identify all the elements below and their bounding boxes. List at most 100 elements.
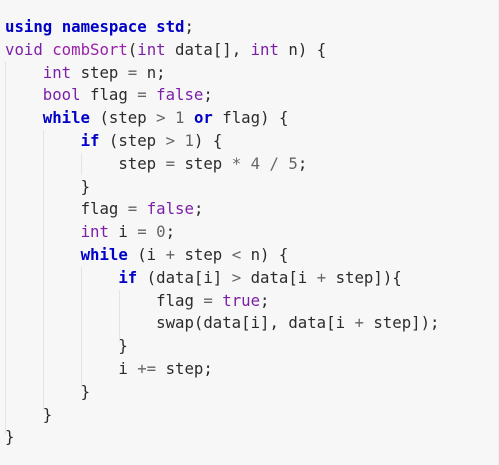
- code-token: false: [146, 199, 194, 219]
- code-token: ;: [193, 199, 204, 219]
- code-line: step = step * 4 / 5;: [5, 153, 439, 176]
- code-line: bool flag = false;: [5, 84, 439, 107]
- code-token: if: [118, 267, 138, 287]
- code-token: =: [165, 153, 176, 173]
- code-token: =: [203, 290, 213, 310]
- code-line: using namespace std;: [5, 16, 439, 39]
- code-token: 1: [184, 130, 194, 150]
- code-token: n) {: [241, 244, 289, 264]
- code-token: step]);: [363, 313, 440, 333]
- code-token: +: [354, 313, 364, 333]
- code-token: (data[i]: [137, 267, 232, 287]
- code-token: flag) {: [212, 108, 289, 128]
- code-token: flag: [156, 290, 204, 310]
- code-token: /: [269, 153, 279, 173]
- code-token: step]){: [326, 267, 402, 287]
- code-block[interactable]: using namespace std; void combSort(int da…: [5, 16, 439, 449]
- code-line: int step = n;: [5, 62, 439, 85]
- code-panel: using namespace std; void combSort(int da…: [0, 0, 499, 465]
- code-line: }: [5, 404, 439, 427]
- code-token: }: [5, 427, 15, 447]
- code-token: step: [118, 153, 166, 173]
- code-token: ;: [184, 17, 194, 36]
- code-line: flag = false;: [5, 198, 439, 221]
- code-token: if: [80, 130, 100, 150]
- code-token: }: [80, 381, 91, 401]
- code-token: (step: [90, 108, 157, 128]
- code-line: }: [5, 426, 439, 449]
- code-line: flag = true;: [5, 290, 439, 313]
- code-token: or: [193, 108, 213, 128]
- code-line: if (step > 1) {: [5, 130, 439, 153]
- code-line: }: [5, 335, 439, 358]
- code-token: <: [231, 244, 242, 264]
- code-token: flag: [80, 199, 128, 219]
- code-token: }: [42, 404, 53, 424]
- code-token: int: [137, 39, 166, 59]
- code-token: =: [127, 199, 138, 219]
- code-token: ;: [260, 290, 270, 310]
- code-token: +: [165, 244, 176, 264]
- code-token: (step: [99, 130, 166, 150]
- code-token: >: [165, 130, 176, 150]
- code-token: step: [175, 153, 232, 173]
- code-token: step: [71, 62, 128, 82]
- code-token: ;: [203, 85, 213, 105]
- code-token: bool: [42, 85, 81, 105]
- code-token: void: [5, 39, 43, 59]
- code-token: 0: [156, 222, 166, 242]
- code-token: ;: [297, 153, 308, 173]
- code-token: data[i: [241, 267, 317, 287]
- code-token: *: [231, 153, 242, 173]
- code-line: swap(data[i], data[i + step]);: [5, 312, 439, 335]
- code-token: >: [231, 267, 242, 287]
- code-token: (: [127, 39, 138, 59]
- code-token: i: [108, 222, 138, 242]
- code-line: i += step;: [5, 358, 439, 381]
- code-token: while: [42, 108, 91, 128]
- code-token: }: [80, 176, 91, 196]
- code-token: step;: [156, 358, 213, 378]
- code-token: while: [80, 244, 128, 264]
- code-token: i: [118, 358, 138, 378]
- code-token: 4: [250, 153, 261, 173]
- code-token: data[],: [165, 39, 251, 59]
- code-token: ) {: [193, 130, 223, 150]
- code-token: +: [316, 267, 327, 287]
- code-line: if (data[i] > data[i + step]){: [5, 267, 439, 290]
- code-token: +=: [137, 358, 157, 378]
- code-token: using: [5, 17, 53, 36]
- code-line: void combSort(int data[], int n) {: [5, 39, 439, 62]
- code-token: true: [222, 290, 261, 310]
- code-token: }: [118, 336, 128, 356]
- code-token: int: [250, 39, 279, 59]
- code-token: step: [175, 244, 232, 264]
- code-token: n;: [137, 62, 166, 82]
- code-token: 5: [288, 153, 298, 173]
- code-token: 1: [175, 108, 185, 128]
